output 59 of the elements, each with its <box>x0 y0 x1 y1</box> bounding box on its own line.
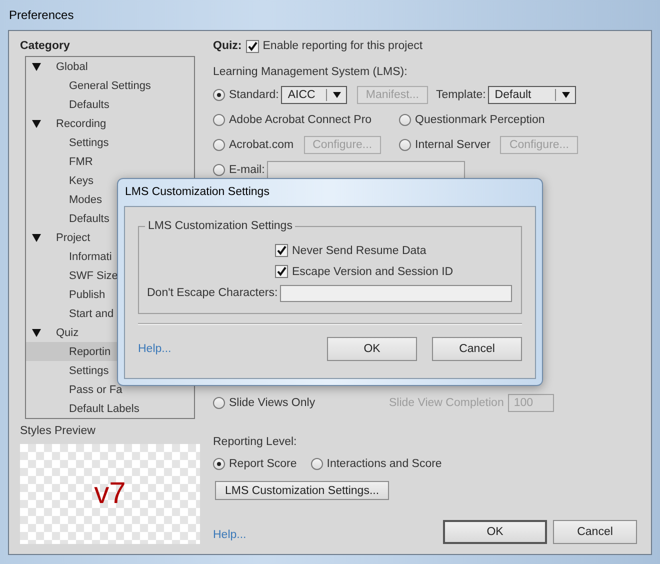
tree-item[interactable]: General Settings <box>26 76 194 95</box>
checkbox-label: Enable reporting for this project <box>262 40 423 52</box>
radio-button[interactable] <box>213 139 225 151</box>
tree-item[interactable]: Settings <box>26 133 194 152</box>
tree-item[interactable]: FMR <box>26 152 194 171</box>
ok-button[interactable]: OK <box>327 337 417 361</box>
expanded-icon <box>32 328 41 336</box>
email-field[interactable] <box>266 161 465 179</box>
radio-label: Standard: <box>229 89 279 101</box>
cancel-button[interactable]: Cancel <box>553 520 637 544</box>
ok-button[interactable]: OK <box>443 520 547 544</box>
tree-item[interactable]: Global <box>26 57 194 76</box>
window-title: Preferences <box>9 8 74 22</box>
caret-icon <box>332 92 341 98</box>
radio-button[interactable] <box>399 139 411 151</box>
tree-item[interactable]: Quiz <box>26 323 194 342</box>
expanded-icon <box>32 120 41 128</box>
preview-sample: v7 <box>94 477 126 511</box>
expanded-icon <box>32 62 41 70</box>
radio-button[interactable] <box>213 458 225 470</box>
field-label: Don't Escape Characters: <box>147 287 278 299</box>
radio-label: Report Score <box>229 458 297 470</box>
lms-label: Learning Management System (LMS): <box>213 65 408 80</box>
dropdown[interactable]: Default <box>488 86 576 104</box>
radio-button[interactable] <box>213 114 225 126</box>
tree-item[interactable]: Recording <box>26 114 194 133</box>
preview-label: Styles Preview <box>20 424 96 438</box>
radio-button[interactable] <box>213 164 225 176</box>
escape-characters-field[interactable] <box>280 284 512 302</box>
dialog-title: LMS Customization Settings <box>124 185 270 200</box>
caret-icon <box>562 92 570 98</box>
dropdown[interactable]: AICC <box>280 86 347 104</box>
category-heading: Category <box>20 39 71 54</box>
radio-label: Acrobat.com <box>229 139 294 151</box>
completion-label: Slide View Completion <box>389 397 504 409</box>
checkbox-label: Escape Version and Session ID <box>292 266 454 278</box>
radio-button[interactable] <box>399 114 411 126</box>
radio-button[interactable] <box>310 458 323 470</box>
radio-button[interactable] <box>213 397 225 409</box>
checkbox[interactable] <box>246 40 259 52</box>
checkbox[interactable] <box>275 244 288 257</box>
checkbox[interactable] <box>275 265 288 278</box>
radio-label: Questionmark Perception <box>415 114 545 126</box>
group-label: LMS Customization Settings <box>145 219 296 233</box>
quiz-label: Quiz: <box>213 40 242 52</box>
radio-label: Adobe Acrobat Connect Pro <box>229 114 372 126</box>
template-label: Template: <box>436 89 486 101</box>
tree-item[interactable]: Default Labels <box>26 399 194 418</box>
radio-button[interactable] <box>213 89 225 101</box>
checkbox-label: Never Send Resume Data <box>292 244 426 256</box>
reporting-level-label: Reporting Level: <box>213 435 298 450</box>
radio-label: Internal Server <box>415 139 490 151</box>
tree-item[interactable]: Defaults <box>26 95 194 114</box>
expanded-icon <box>32 234 41 242</box>
radio-label: Interactions and Score <box>326 458 442 470</box>
cancel-button[interactable]: Cancel <box>432 337 522 361</box>
radio-label: E-mail: <box>229 164 265 176</box>
lms-customization-button[interactable]: LMS Customization Settings... <box>215 481 390 500</box>
radio-label: Slide Views Only <box>229 397 316 409</box>
